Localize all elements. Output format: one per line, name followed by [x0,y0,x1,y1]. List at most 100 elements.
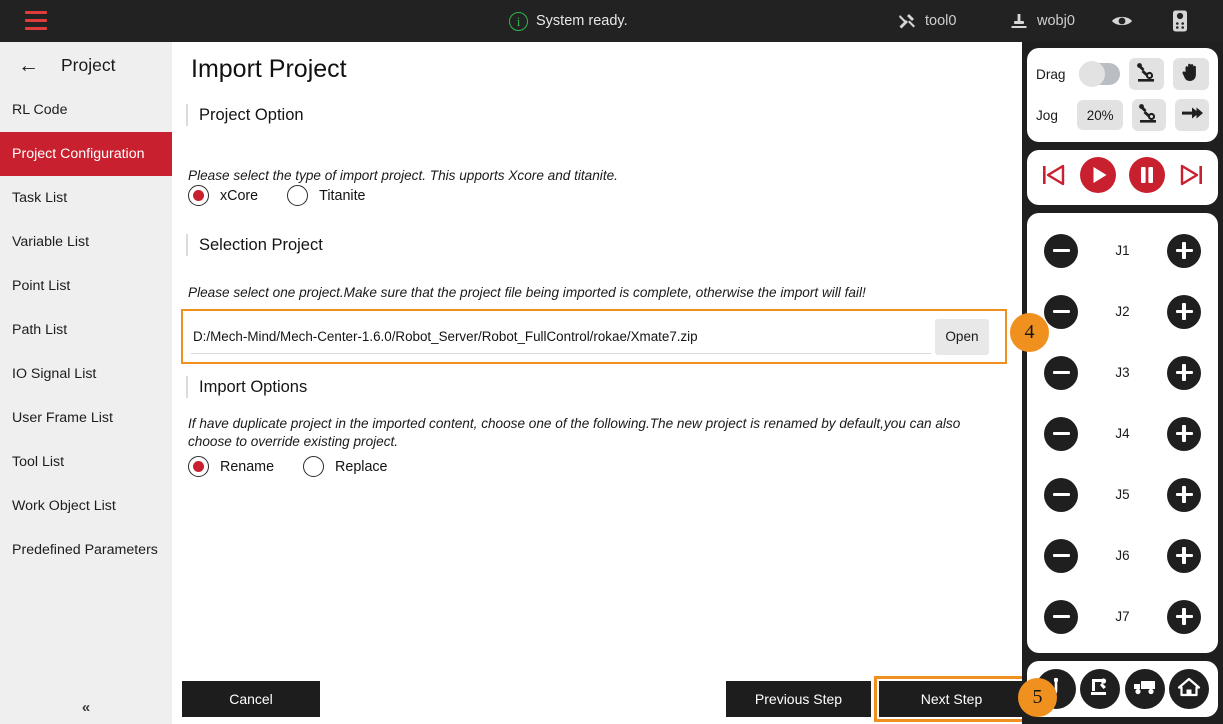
sidebar-item-tool-list[interactable]: Tool List [0,440,172,484]
sidebar-item-label: Variable List [12,234,89,250]
jog-robot-mode-button[interactable] [1132,99,1166,131]
joint-label: J1 [1115,243,1129,258]
radio-indicator[interactable] [303,456,324,477]
app-root: i System ready. tool0 [0,0,1223,724]
toolbar-tool-selector[interactable]: tool0 [897,0,956,42]
joint-plus-button[interactable] [1167,356,1201,390]
joint-label: J6 [1115,548,1129,563]
jog-speed-button[interactable]: 20% [1077,100,1123,130]
sidebar-item-task-list[interactable]: Task List [0,176,172,220]
top-bar: i System ready. tool0 [0,0,1223,42]
sidebar-collapse-button[interactable]: « [0,690,172,724]
project-file-path-input[interactable]: D:/Mech-Mind/Mech-Center-1.6.0/Robot_Ser… [191,320,931,354]
import-options-helper-text: If have duplicate project in the importe… [188,415,1000,451]
joint-minus-button[interactable] [1044,539,1078,573]
section-heading-project-option: Project Option [186,104,304,126]
sidebar-item-path-list[interactable]: Path List [0,308,172,352]
joint-row: J6 [1027,525,1218,586]
joint-plus-button[interactable] [1167,295,1201,329]
project-option-helper-text: Please select the type of import project… [188,167,888,185]
radio-indicator[interactable] [287,185,308,206]
play-button[interactable] [1078,155,1118,200]
joint-label: J2 [1115,304,1129,319]
joint-plus-button[interactable] [1167,600,1201,634]
transport-button[interactable] [1125,669,1165,709]
skip-previous-icon [1038,160,1068,195]
playback-controls-card [1027,150,1218,205]
sidebar-item-point-list[interactable]: Point List [0,264,172,308]
pause-button[interactable] [1127,155,1167,200]
sidebar-item-label: Tool List [12,454,64,470]
sidebar-item-project-configuration[interactable]: Project Configuration [0,132,172,176]
joint-minus-button[interactable] [1044,417,1078,451]
jog-label: Jog [1036,108,1068,123]
sidebar-item-rl-code[interactable]: RL Code [0,88,172,132]
sidebar-item-label: Path List [12,322,67,338]
tool-wrench-icon [897,11,917,31]
joint-row: J1 [1027,220,1218,281]
joint-minus-button[interactable] [1044,295,1078,329]
arrow-left-icon[interactable]: ← [18,55,39,76]
previous-step-button[interactable]: Previous Step [726,681,871,717]
skip-next-button[interactable] [1177,160,1207,195]
jog-direction-button[interactable] [1175,99,1209,131]
teach-pendant-icon [1171,9,1189,33]
system-status: i System ready. [509,0,628,42]
next-step-button[interactable]: Next Step [879,681,1024,717]
arrow-right-double-icon [1180,104,1204,127]
drag-hand-mode-button[interactable] [1173,58,1209,90]
radio-indicator[interactable] [188,456,209,477]
joint-minus-button[interactable] [1044,234,1078,268]
robot-view-button[interactable] [1080,669,1120,709]
drag-toggle[interactable] [1079,63,1120,85]
radio-option-replace[interactable]: Replace [303,456,387,477]
drag-robot-mode-button[interactable] [1129,58,1165,90]
sidebar-item-label: Project Configuration [12,146,145,162]
sidebar-item-work-object-list[interactable]: Work Object List [0,484,172,528]
sidebar-item-label: Predefined Parameters [12,542,158,558]
radio-indicator[interactable] [188,185,209,206]
workobject-icon [1009,11,1029,31]
joint-controls-card: J1 J2 J3 J4 J5 [1027,213,1218,653]
sidebar-item-label: IO Signal List [12,366,96,382]
radio-option-xcore[interactable]: xCore [188,185,258,206]
right-control-panel: Drag [1022,42,1223,724]
selection-project-helper-text: Please select one project.Make sure that… [188,284,988,302]
robot-arm-icon [1137,102,1161,129]
hamburger-menu-icon[interactable] [25,11,47,30]
pause-icon [1127,155,1167,200]
radio-label: Titanite [319,188,365,204]
drag-label: Drag [1036,67,1070,82]
joint-minus-button[interactable] [1044,600,1078,634]
skip-next-icon [1177,160,1207,195]
sidebar-item-user-frame-list[interactable]: User Frame List [0,396,172,440]
open-file-button[interactable]: Open [935,319,989,355]
teach-pendant-button[interactable] [1171,0,1189,42]
sidebar-item-io-signal-list[interactable]: IO Signal List [0,352,172,396]
joint-plus-button[interactable] [1167,478,1201,512]
visibility-toggle[interactable] [1110,0,1134,42]
radio-label: xCore [220,188,258,204]
sidebar-back-header[interactable]: ← Project [0,42,172,88]
joint-minus-button[interactable] [1044,356,1078,390]
joint-minus-button[interactable] [1044,478,1078,512]
joint-row: J3 [1027,342,1218,403]
radio-option-rename[interactable]: Rename [188,456,274,477]
project-file-picker-highlight: D:/Mech-Mind/Mech-Center-1.6.0/Robot_Ser… [181,309,1007,364]
skip-previous-button[interactable] [1038,160,1068,195]
joint-plus-button[interactable] [1167,539,1201,573]
radio-option-titanite[interactable]: Titanite [287,185,365,206]
joint-plus-button[interactable] [1167,417,1201,451]
main-content: Import Project Project Option Please sel… [172,42,1022,724]
joint-row: J4 [1027,403,1218,464]
cancel-button[interactable]: Cancel [182,681,320,717]
joint-label: J7 [1115,609,1129,624]
sidebar-item-predefined-parameters[interactable]: Predefined Parameters [0,528,172,572]
toolbar-workobject-selector[interactable]: wobj0 [1009,0,1075,42]
joint-plus-button[interactable] [1167,234,1201,268]
sidebar-item-variable-list[interactable]: Variable List [0,220,172,264]
joint-row: J7 [1027,586,1218,647]
joint-row: J5 [1027,464,1218,525]
home-button[interactable] [1169,669,1209,709]
play-icon [1078,155,1118,200]
